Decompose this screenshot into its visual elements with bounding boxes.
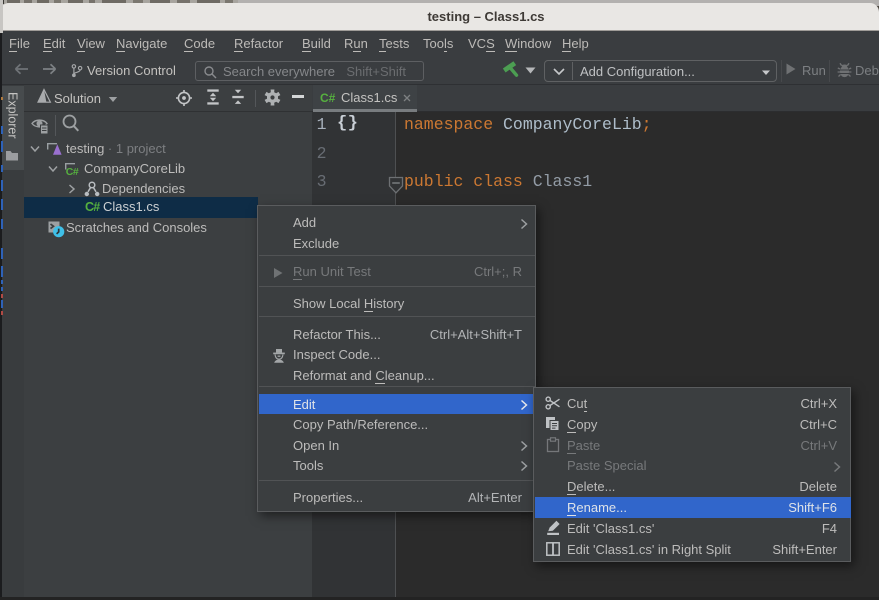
svg-text:C#: C# [66, 166, 79, 177]
